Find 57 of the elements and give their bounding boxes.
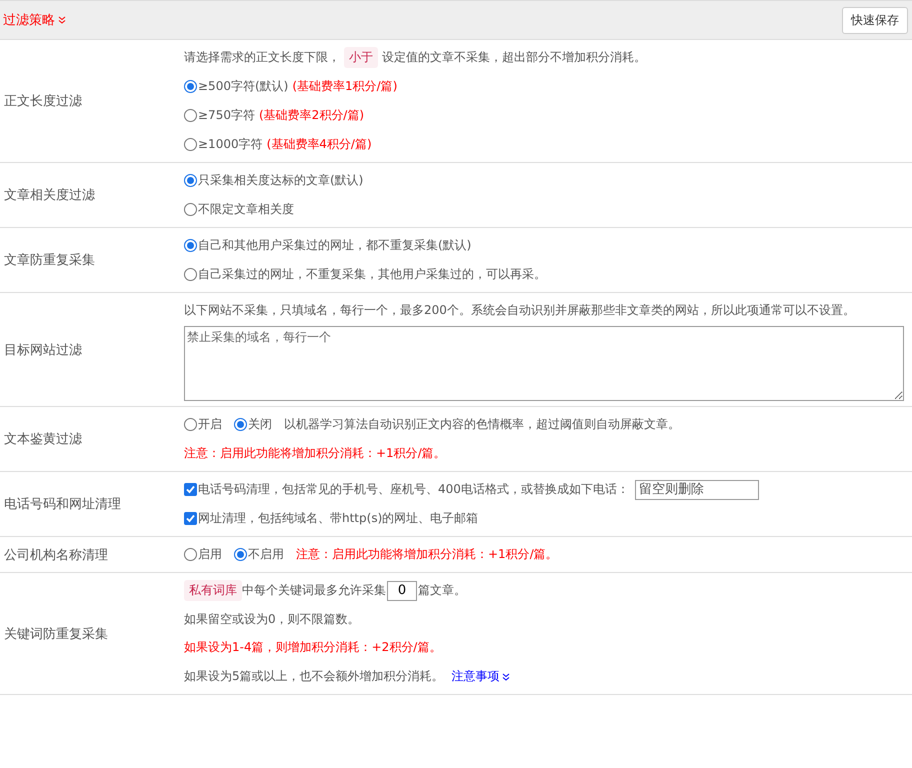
radio-button[interactable]: [234, 418, 247, 431]
setting-label: 电话号码和网址清理: [4, 496, 121, 513]
radio-button[interactable]: [184, 138, 197, 151]
option-label[interactable]: ≥750字符: [198, 107, 255, 124]
domain-input-field[interactable]: 禁止采集的域名，每行一个: [184, 326, 904, 401]
option-label[interactable]: 电话号码清理，包括常见的手机号、座机号、400电话格式，或替换成如下电话：: [198, 481, 629, 498]
option-label[interactable]: 不限定文章相关度: [198, 201, 294, 218]
chevron-down-icon: [502, 672, 510, 680]
setting-label: 公司机构名称清理: [4, 546, 108, 564]
description-text: 设定值的文章不采集，超出部分不增加积分消耗。: [382, 49, 646, 66]
radio-button[interactable]: [184, 174, 197, 187]
description-text: 如果设为5篇或以上，也不会额外增加积分消耗。: [184, 668, 444, 685]
description-text: 以机器学习算法自动识别正文内容的色情概率，超过阈值则自动屏蔽文章。: [284, 416, 680, 433]
option-label[interactable]: 只采集相关度达标的文章(默认): [198, 172, 364, 189]
option-label[interactable]: 网址清理，包括纯域名、带http(s)的网址、电子邮箱: [198, 510, 478, 527]
setting-label: 文章相关度过滤: [4, 187, 95, 204]
option-label[interactable]: 不启用: [248, 546, 284, 563]
count-input-field[interactable]: 0: [387, 580, 417, 600]
radio-button[interactable]: [184, 268, 197, 281]
option-label[interactable]: 启用: [198, 546, 222, 563]
warning-text: 注意：启用此功能将增加积分消耗：+1积分/篇。: [296, 546, 558, 563]
warning-text: 如果设为1-4篇，则增加积分消耗：+2积分/篇。: [184, 639, 442, 656]
chevron-down-icon: [58, 16, 66, 24]
setting-label: 正文长度过滤: [4, 93, 82, 110]
quick-save-button[interactable]: 快速保存: [842, 6, 908, 34]
keyword-tag: 小于: [344, 47, 378, 68]
option-label[interactable]: 关闭: [248, 416, 272, 433]
description-text: 篇文章。: [418, 582, 466, 599]
radio-button[interactable]: [184, 203, 197, 216]
setting-label: 文本鉴黄过滤: [4, 431, 82, 448]
radio-button[interactable]: [184, 109, 197, 122]
description-text: 请选择需求的正文长度下限，: [184, 49, 340, 66]
keyword-tag: 私有词库: [184, 580, 242, 601]
radio-button[interactable]: [184, 418, 197, 431]
setting-label: 文章防重复采集: [4, 252, 95, 269]
option-label[interactable]: ≥500字符(默认): [198, 78, 288, 95]
setting-label: 关键词防重复采集: [4, 626, 108, 642]
option-label[interactable]: 自己和其他用户采集过的网址，都不重复采集(默认): [198, 237, 472, 254]
rate-note: (基础费率1积分/篇): [292, 78, 398, 95]
description-text: 如果留空或设为0，则不限篇数。: [184, 611, 361, 628]
checkbox[interactable]: [184, 512, 197, 525]
rate-note: (基础费率4积分/篇): [266, 136, 372, 153]
option-label[interactable]: ≥1000字符: [198, 136, 263, 153]
option-label[interactable]: 开启: [198, 416, 222, 433]
radio-button[interactable]: [234, 548, 247, 561]
radio-button[interactable]: [184, 80, 197, 93]
description-text: 中每个关键词最多允许采集: [242, 582, 386, 599]
radio-button[interactable]: [184, 239, 197, 252]
option-label[interactable]: 自己采集过的网址，不重复采集，其他用户采集过的，可以再采。: [198, 266, 546, 283]
warning-text: 注意：启用此功能将增加积分消耗：+1积分/篇。: [184, 445, 446, 462]
description-text: 以下网站不采集，只填域名，每行一个，最多200个。系统会自动识别并屏蔽那些非文章类的网站，所以此项通常可以不设置。: [184, 302, 856, 319]
notes-link[interactable]: 注意事项: [452, 668, 510, 685]
radio-button[interactable]: [184, 548, 197, 561]
phone-input-field[interactable]: 留空则删除: [634, 480, 759, 500]
checkbox[interactable]: [184, 483, 197, 496]
rate-note: (基础费率2积分/篇): [258, 107, 364, 124]
setting-label: 目标网站过滤: [4, 342, 82, 358]
